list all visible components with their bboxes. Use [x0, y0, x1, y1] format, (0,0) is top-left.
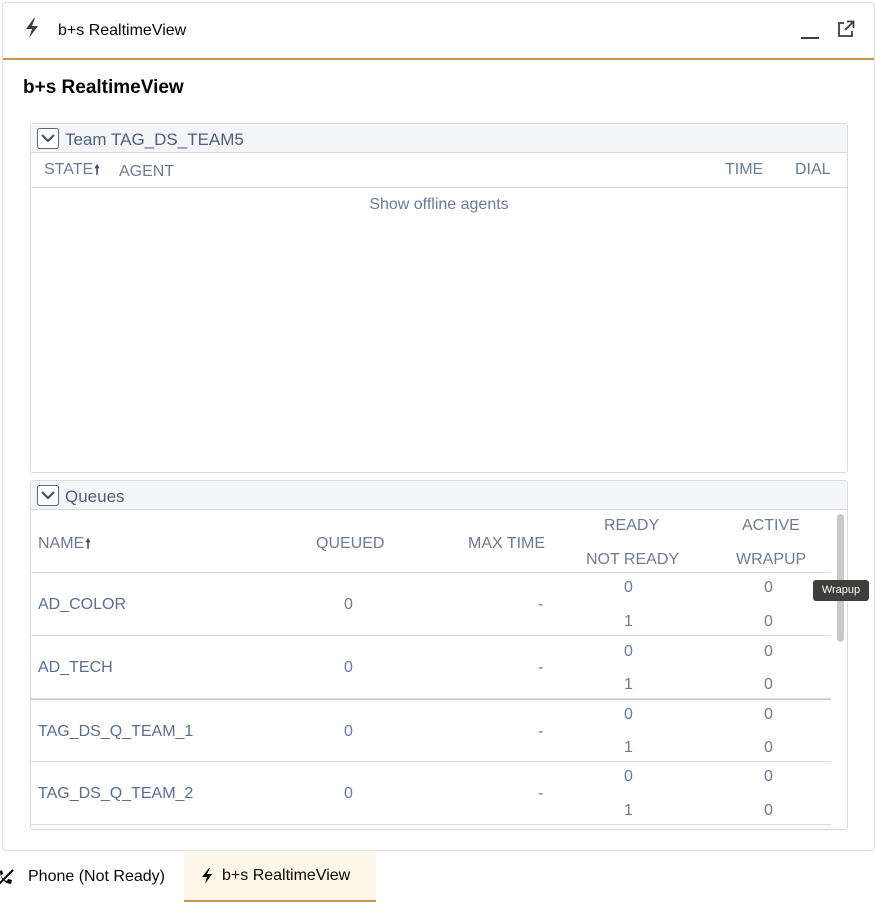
queue-queued: 0 — [344, 785, 353, 802]
team-column-headers: STATE🠕 AGENT TIME DIAL — [31, 153, 847, 188]
col-not-ready[interactable]: NOT READY — [586, 551, 679, 569]
queue-max-time: - — [538, 659, 544, 676]
queue-ready: 0 — [624, 768, 633, 785]
col-agent[interactable]: AGENT — [119, 163, 174, 181]
col-wrapup[interactable]: WRAPUP — [736, 551, 806, 569]
chevron-down-icon — [41, 134, 55, 143]
queues-table[interactable]: NAME🠕 QUEUED MAX TIME READY NOT READY AC… — [31, 510, 847, 829]
queue-name: TAG_DS_Q_TEAM_2 — [38, 785, 194, 802]
utility-bar: Phone (Not Ready) b+s RealtimeView — [0, 852, 875, 902]
queue-wrapup: 0 — [764, 676, 773, 693]
queues-scrollbar[interactable] — [837, 514, 844, 642]
table-row[interactable]: TAG_DS_Q_TEAM_1 0 - 0 1 0 0 — [31, 699, 831, 762]
utility-item-realtimeview[interactable]: b+s RealtimeView — [184, 852, 376, 902]
bolt-icon — [202, 868, 212, 884]
team-collapse-toggle[interactable] — [37, 128, 59, 149]
bolt-icon — [26, 18, 38, 38]
queue-max-time: - — [538, 785, 544, 802]
col-active[interactable]: ACTIVE — [742, 517, 800, 535]
sort-ascending-icon: 🠕 — [85, 536, 91, 551]
queue-max-time: - — [538, 596, 544, 613]
utility-phone-label: Phone (Not Ready) — [28, 868, 165, 885]
queue-ready: 0 — [624, 706, 633, 723]
sort-ascending-icon: 🠕 — [94, 162, 100, 177]
col-state[interactable]: STATE🠕 — [44, 161, 100, 183]
team-card-header: Team TAG_DS_TEAM5 — [31, 124, 847, 153]
queue-queued: 0 — [344, 659, 353, 676]
col-time[interactable]: TIME — [725, 161, 763, 179]
queue-queued: 0 — [344, 596, 353, 613]
queue-active: 0 — [764, 579, 773, 596]
queues-column-headers: NAME🠕 QUEUED MAX TIME READY NOT READY AC… — [31, 510, 831, 573]
minimize-icon[interactable] — [801, 37, 819, 39]
queue-wrapup: 0 — [764, 739, 773, 756]
queues-card-header: Queues — [31, 481, 847, 510]
queue-active: 0 — [764, 706, 773, 723]
col-max-time[interactable]: MAX TIME — [468, 535, 545, 553]
queue-ready: 0 — [624, 643, 633, 660]
queue-name: AD_COLOR — [38, 596, 127, 613]
col-ready[interactable]: READY — [604, 517, 659, 535]
queue-not-ready: 1 — [624, 676, 633, 693]
queue-not-ready: 1 — [624, 802, 633, 819]
queue-wrapup: 0 — [764, 613, 773, 630]
queues-label: Queues — [65, 487, 125, 506]
team-card: Team TAG_DS_TEAM5 STATE🠕 AGENT TIME DIAL… — [30, 123, 848, 473]
col-name[interactable]: NAME🠕 — [38, 535, 91, 557]
panel-title: b+s RealtimeView — [58, 22, 187, 39]
queue-name: AD_TECH — [38, 659, 113, 676]
content-title: b+s RealtimeView — [23, 77, 184, 98]
utility-realtimeview-label: b+s RealtimeView — [222, 867, 351, 884]
col-queued[interactable]: QUEUED — [316, 535, 384, 553]
table-row[interactable]: TAG_DS_Q_TEAM_2 0 - 0 1 0 0 — [31, 762, 831, 825]
queue-name: TAG_DS_Q_TEAM_1 — [38, 723, 194, 740]
queue-active: 0 — [764, 643, 773, 660]
queue-ready: 0 — [624, 579, 633, 596]
queues-collapse-toggle[interactable] — [37, 485, 59, 506]
table-row[interactable]: AD_TECH 0 - 0 1 0 0 — [31, 636, 831, 699]
queue-not-ready: 1 — [624, 613, 633, 630]
phone-off-icon — [0, 869, 14, 885]
table-row[interactable]: AD_COLOR 0 - 0 1 0 0 — [31, 573, 831, 636]
col-dial[interactable]: DIAL — [795, 161, 831, 179]
queue-not-ready: 1 — [624, 739, 633, 756]
panel-header: b+s RealtimeView — [3, 3, 874, 60]
queue-active: 0 — [764, 768, 773, 785]
chevron-down-icon — [41, 491, 55, 500]
queue-wrapup: 0 — [764, 802, 773, 819]
team-label: Team TAG_DS_TEAM5 — [65, 130, 244, 149]
popout-icon[interactable] — [837, 20, 855, 38]
queue-max-time: - — [538, 723, 544, 740]
show-offline-agents-link[interactable]: Show offline agents — [31, 196, 847, 214]
queue-queued: 0 — [344, 723, 353, 740]
wrapup-tooltip: Wrapup — [813, 580, 869, 601]
utility-item-phone[interactable]: Phone (Not Ready) — [0, 852, 165, 902]
queues-card: Queues NAME🠕 QUEUED MAX TIME READY NOT R… — [30, 480, 848, 830]
